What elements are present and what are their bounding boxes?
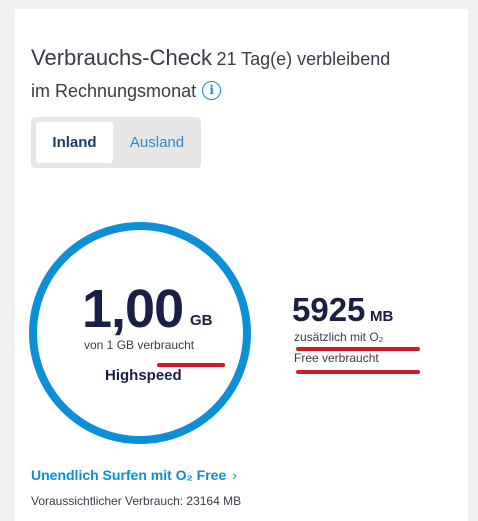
page-title: Verbrauchs-Check — [31, 45, 212, 70]
used-word: verbraucht — [137, 338, 195, 352]
region-tabs: Inland Ausland — [31, 117, 201, 168]
usage-check-header: Verbrauchs-Check 21 Tag(e) verbleibend i… — [31, 42, 431, 108]
annotation-underline — [296, 370, 420, 374]
used-data-value: 1,00 — [82, 279, 184, 339]
unlimited-surf-label: Unendlich Surfen mit O₂ Free — [31, 467, 227, 483]
used-data-unit: GB — [190, 312, 213, 329]
extra-data-value: 5925 — [292, 291, 366, 328]
tab-ausland[interactable]: Ausland — [117, 122, 197, 163]
billing-month-label: im Rechnungsmonat — [31, 81, 197, 101]
days-remaining: 21 Tag(e) verbleibend — [216, 49, 391, 69]
tab-inland[interactable]: Inland — [36, 122, 113, 163]
speed-tier-label: Highspeed — [105, 367, 182, 384]
extra-usage-line-1: zusätzlich mit O₂ — [294, 330, 384, 344]
extra-data-unit: MB — [370, 308, 394, 325]
info-icon[interactable]: i — [202, 81, 222, 101]
forecast-usage: Voraussichtlicher Verbrauch: 23164 MB — [31, 494, 242, 508]
data-allowance-text: von 1 GB verbraucht — [84, 338, 194, 352]
chevron-right-icon: › — [232, 467, 237, 483]
extra-usage-line-2: Free verbraucht — [294, 351, 379, 365]
allowance-prefix: von 1 GB — [84, 338, 135, 352]
unlimited-surf-link[interactable]: Unendlich Surfen mit O₂ Free › — [31, 467, 237, 483]
